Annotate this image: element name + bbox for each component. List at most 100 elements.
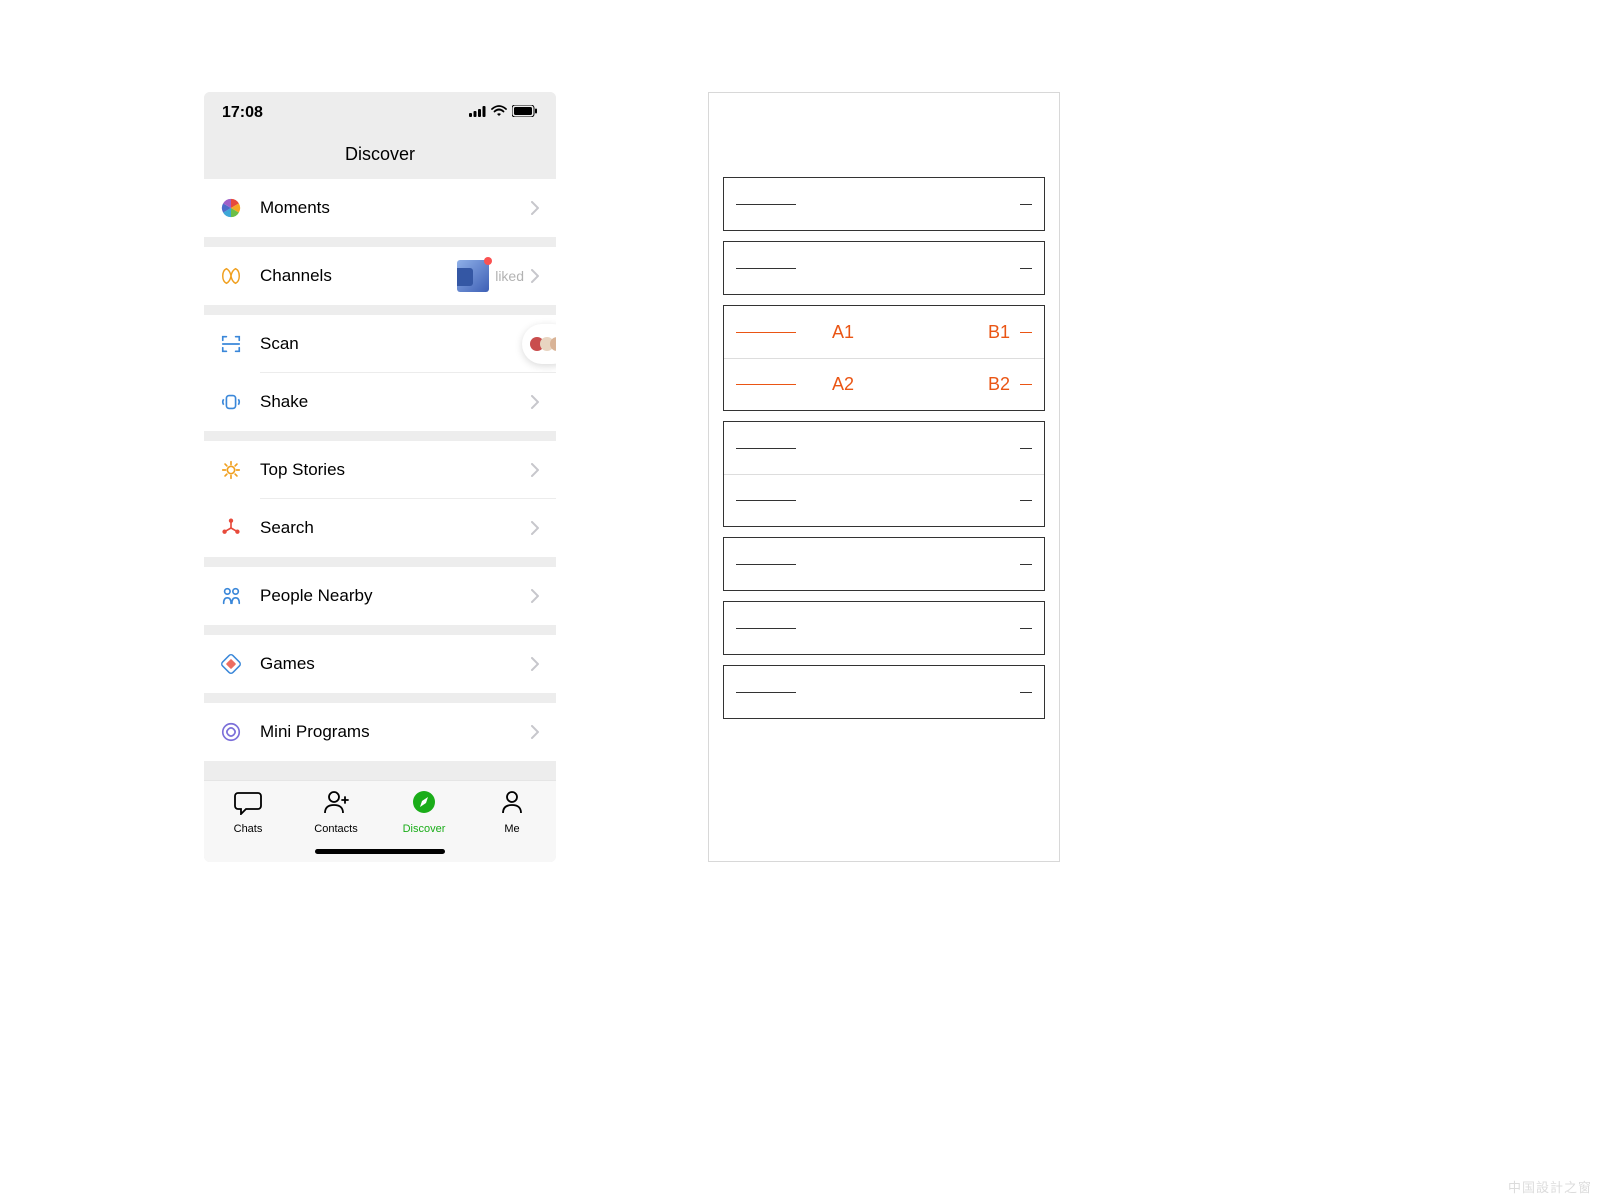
status-time: 17:08 xyxy=(222,104,263,122)
wire-group-1 xyxy=(723,177,1045,231)
cell-label: Shake xyxy=(260,392,530,412)
search-icon xyxy=(220,517,242,539)
annotation-b1: B1 xyxy=(988,322,1010,343)
cell-scan[interactable]: Scan xyxy=(204,315,556,373)
scan-avatars-bubble xyxy=(522,324,556,364)
annotation-a1: A1 xyxy=(832,322,854,343)
status-icons xyxy=(469,104,538,122)
cell-people-nearby[interactable]: People Nearby xyxy=(204,567,556,625)
cell-label: Top Stories xyxy=(260,460,530,480)
cell-channels[interactable]: Channels liked xyxy=(204,247,556,305)
tab-chats[interactable]: Chats xyxy=(204,781,292,862)
moments-icon xyxy=(220,197,242,219)
cell-label: People Nearby xyxy=(260,586,530,606)
mini-programs-icon xyxy=(220,721,242,743)
wire-label-placeholder xyxy=(736,448,796,449)
list-group-stories-search: Top Stories Search xyxy=(204,441,556,557)
chevron-right-icon xyxy=(530,724,540,740)
list-group-mini-programs: Mini Programs xyxy=(204,703,556,761)
list-group-nearby: People Nearby xyxy=(204,567,556,625)
home-indicator xyxy=(315,849,445,854)
wire-group-6 xyxy=(723,601,1045,655)
list-group-scan-shake: Scan Shake xyxy=(204,315,556,431)
wire-cell xyxy=(724,538,1044,590)
nav-bar: Discover xyxy=(204,134,556,179)
cell-label: Mini Programs xyxy=(260,722,530,742)
annotation-a2: A2 xyxy=(832,374,854,395)
wire-chevron-placeholder xyxy=(1020,268,1032,269)
channels-thumbnail xyxy=(457,260,489,292)
phone-screenshot: 17:08 Discover Moments xyxy=(204,92,556,862)
wire-cell xyxy=(724,666,1044,718)
chevron-right-icon xyxy=(530,200,540,216)
chevron-right-icon xyxy=(530,268,540,284)
cell-label: Moments xyxy=(260,198,530,218)
list-group-games: Games xyxy=(204,635,556,693)
wireframe-header-gap xyxy=(709,93,1059,177)
section-gap xyxy=(204,305,556,315)
top-stories-icon xyxy=(220,459,242,481)
me-icon xyxy=(498,789,526,820)
scan-icon xyxy=(220,333,242,355)
wire-chevron-placeholder xyxy=(1020,500,1032,501)
status-bar: 17:08 xyxy=(204,92,556,134)
signal-icon xyxy=(469,104,486,122)
wifi-icon xyxy=(491,104,507,122)
watermark: 中国設計之窗 xyxy=(1508,1177,1592,1196)
wire-group-7 xyxy=(723,665,1045,719)
list-group-moments: Moments xyxy=(204,179,556,237)
wire-chevron-placeholder xyxy=(1020,204,1032,205)
cell-games[interactable]: Games xyxy=(204,635,556,693)
wire-label-placeholder xyxy=(736,500,796,501)
cell-search[interactable]: Search xyxy=(204,499,556,557)
discover-icon xyxy=(410,789,438,820)
wire-group-2 xyxy=(723,241,1045,295)
list-group-channels: Channels liked xyxy=(204,247,556,305)
cell-mini-programs[interactable]: Mini Programs xyxy=(204,703,556,761)
cell-top-stories[interactable]: Top Stories xyxy=(204,441,556,499)
games-icon xyxy=(220,653,242,675)
cell-label: Scan xyxy=(260,334,540,354)
chevron-right-icon xyxy=(530,656,540,672)
wire-cell xyxy=(724,178,1044,230)
wire-cell: A1 B1 xyxy=(724,306,1044,358)
wire-group-3-annotated: A1 B1 A2 B2 xyxy=(723,305,1045,411)
wire-chevron-placeholder xyxy=(1020,628,1032,629)
battery-icon xyxy=(512,104,538,122)
cell-moments[interactable]: Moments xyxy=(204,179,556,237)
wire-cell xyxy=(724,422,1044,474)
section-gap xyxy=(204,237,556,247)
chevron-right-icon xyxy=(530,588,540,604)
wire-group-4 xyxy=(723,421,1045,527)
chevron-right-icon xyxy=(530,394,540,410)
wire-group-5 xyxy=(723,537,1045,591)
notification-dot xyxy=(484,257,492,265)
people-nearby-icon xyxy=(220,585,242,607)
channels-liked-label: liked xyxy=(495,268,524,284)
section-gap xyxy=(204,625,556,635)
annotation-b2: B2 xyxy=(988,374,1010,395)
wire-chevron-placeholder xyxy=(1020,448,1032,449)
shake-icon xyxy=(220,391,242,413)
chats-icon xyxy=(234,789,262,820)
wire-chevron-placeholder xyxy=(1020,384,1032,385)
cell-label: Games xyxy=(260,654,530,674)
wire-label-placeholder xyxy=(736,564,796,565)
section-gap xyxy=(204,693,556,703)
chevron-right-icon xyxy=(530,520,540,536)
wire-label-placeholder xyxy=(736,332,796,333)
section-gap xyxy=(204,431,556,441)
wire-chevron-placeholder xyxy=(1020,692,1032,693)
channels-icon xyxy=(220,265,242,287)
section-gap xyxy=(204,557,556,567)
channels-extra: liked xyxy=(457,260,540,292)
tab-me[interactable]: Me xyxy=(468,781,556,862)
wire-label-placeholder xyxy=(736,204,796,205)
page-title: Discover xyxy=(345,144,415,164)
wire-cell xyxy=(724,474,1044,526)
cell-label: Channels xyxy=(260,266,457,286)
wire-cell: A2 B2 xyxy=(724,358,1044,410)
cell-shake[interactable]: Shake xyxy=(204,373,556,431)
wire-cell xyxy=(724,242,1044,294)
wire-cell xyxy=(724,602,1044,654)
